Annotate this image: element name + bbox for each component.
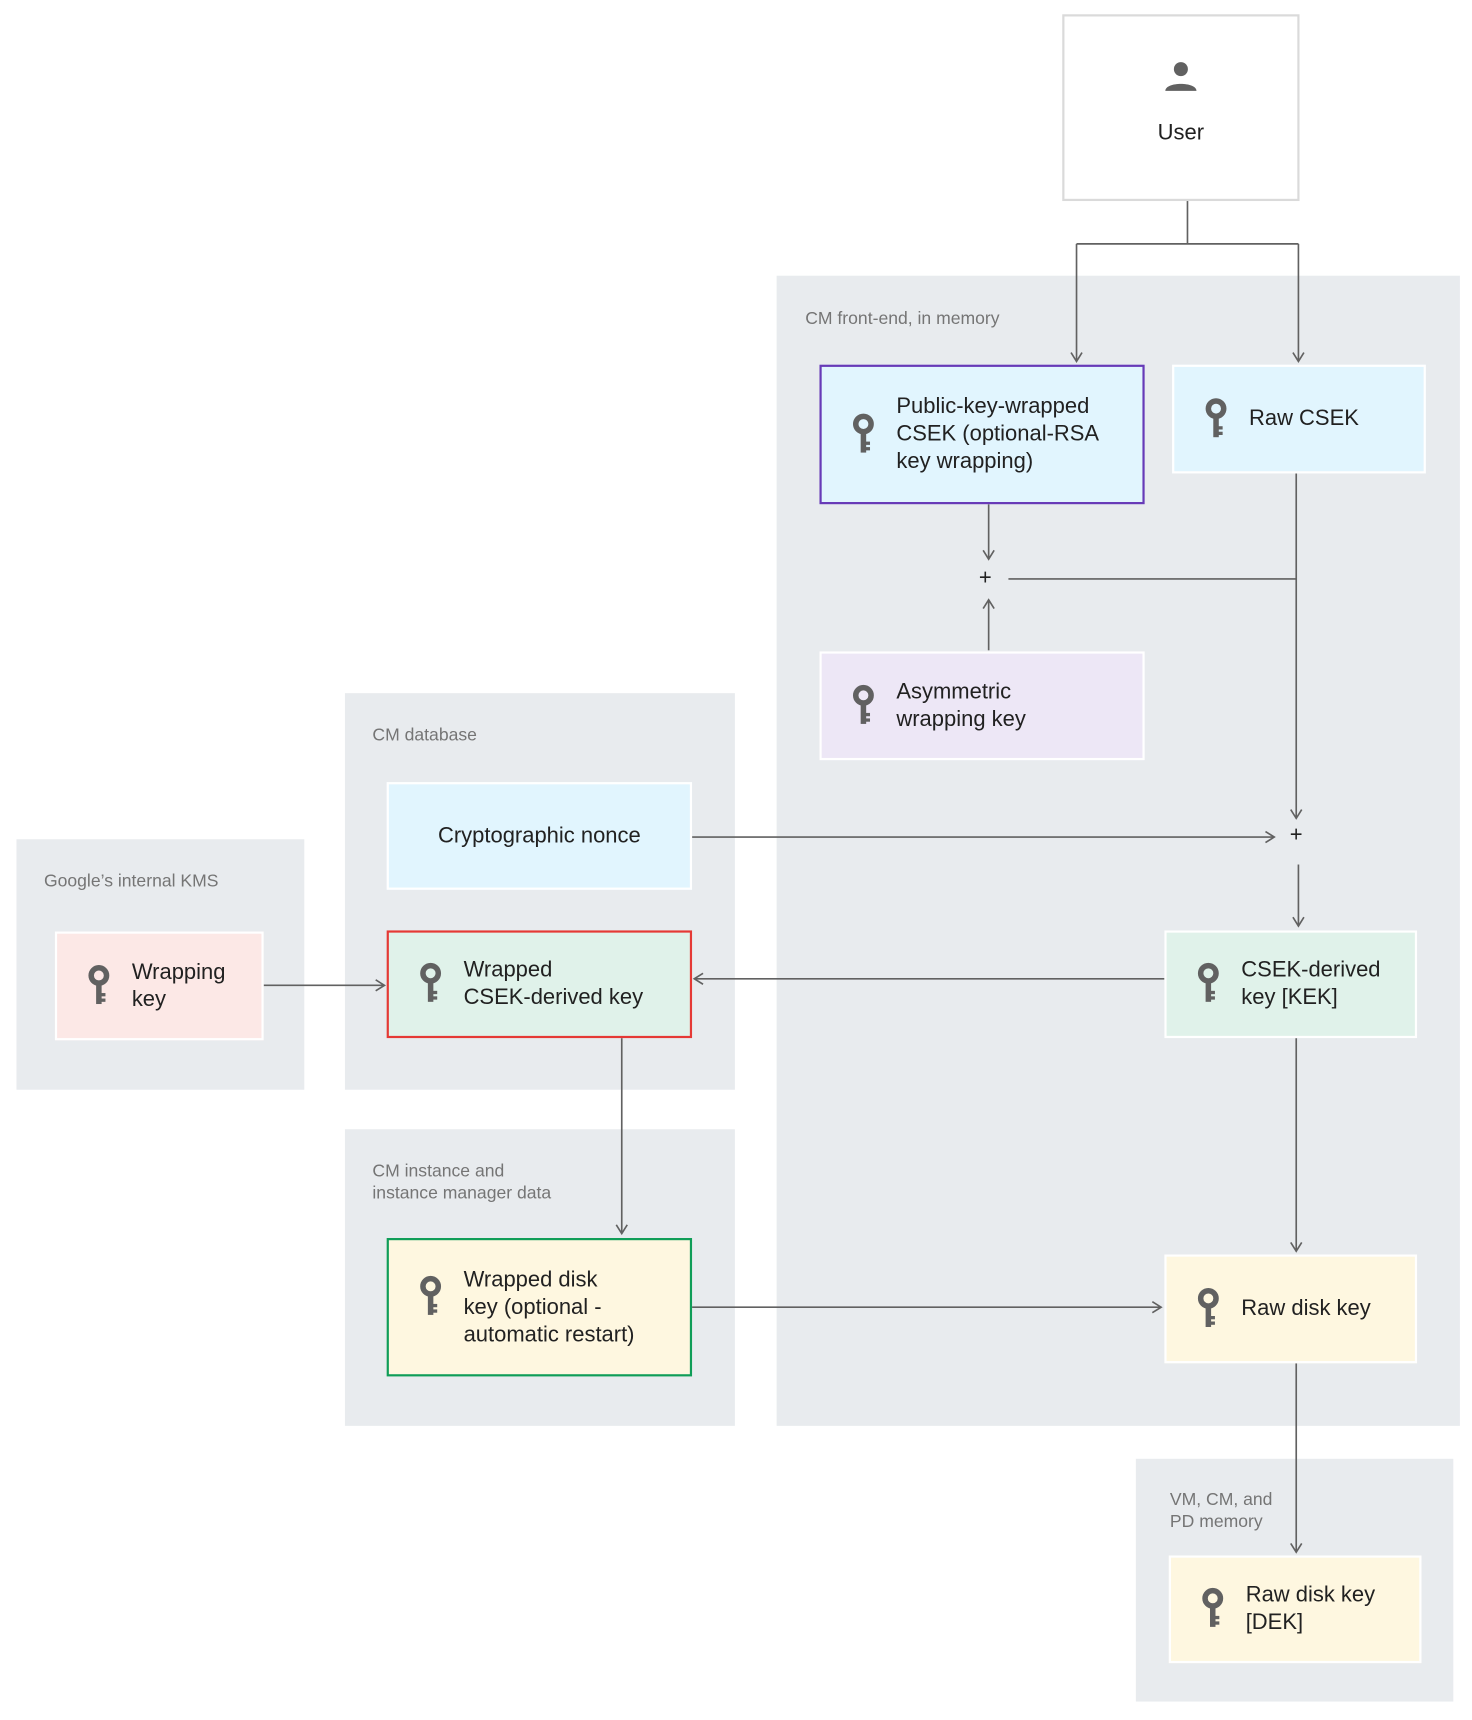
key-icon bbox=[1202, 1587, 1224, 1627]
plus-operator: + bbox=[978, 565, 992, 590]
diagram: CM front-end, in memory CM database Goog… bbox=[0, 0, 1472, 1720]
csek-derived-key-kek: CSEK-derived key [KEK] bbox=[1164, 930, 1418, 1039]
wrapped-disk-key: Wrapped disk key (optional - automatic r… bbox=[386, 1238, 693, 1377]
cryptographic-nonce: Cryptographic nonce bbox=[386, 782, 693, 890]
key-icon bbox=[420, 962, 442, 1002]
public-key-wrapped-csek: Public-key-wrapped CSEK (optional-RSA ke… bbox=[819, 364, 1145, 505]
wrapping-key: Wrapping key bbox=[54, 931, 264, 1041]
box-label: Wrapped disk key (optional - automatic r… bbox=[463, 1267, 635, 1347]
user-label: User bbox=[1157, 120, 1205, 145]
box-label: Wrapping key bbox=[131, 959, 226, 1012]
raw-disk-key-dek: Raw disk key [DEK] bbox=[1168, 1555, 1422, 1664]
raw-csek: Raw CSEK bbox=[1172, 364, 1426, 474]
box-label: CSEK-derived key [KEK] bbox=[1241, 957, 1381, 1010]
key-icon bbox=[88, 964, 110, 1004]
wrapped-csek-derived-key: Wrapped CSEK-derived key bbox=[386, 930, 693, 1039]
box-label: Raw CSEK bbox=[1248, 406, 1359, 431]
box-label: Raw disk key [DEK] bbox=[1245, 1582, 1376, 1635]
raw-disk-key: Raw disk key bbox=[1164, 1254, 1418, 1364]
plus-operator: + bbox=[1289, 822, 1303, 847]
key-icon bbox=[852, 413, 874, 453]
key-icon bbox=[1197, 1287, 1219, 1327]
box-label: Public-key-wrapped CSEK (optional-RSA ke… bbox=[896, 394, 1100, 474]
connector-user-split bbox=[1076, 201, 1299, 245]
box-label: Wrapped CSEK-derived key bbox=[463, 957, 644, 1010]
connectors bbox=[263, 201, 1305, 1554]
user-box: User bbox=[1062, 14, 1300, 202]
box-label: Asymmetric wrapping key bbox=[896, 679, 1026, 732]
key-icon bbox=[1205, 397, 1227, 437]
key-icon bbox=[1197, 962, 1219, 1002]
key-icon bbox=[420, 1275, 442, 1315]
key-icon bbox=[852, 684, 874, 724]
box-label: Cryptographic nonce bbox=[437, 823, 641, 848]
asymmetric-wrapping-key: Asymmetric wrapping key bbox=[819, 651, 1145, 761]
person-icon bbox=[1165, 61, 1197, 91]
box-label: Raw disk key bbox=[1241, 1296, 1371, 1321]
